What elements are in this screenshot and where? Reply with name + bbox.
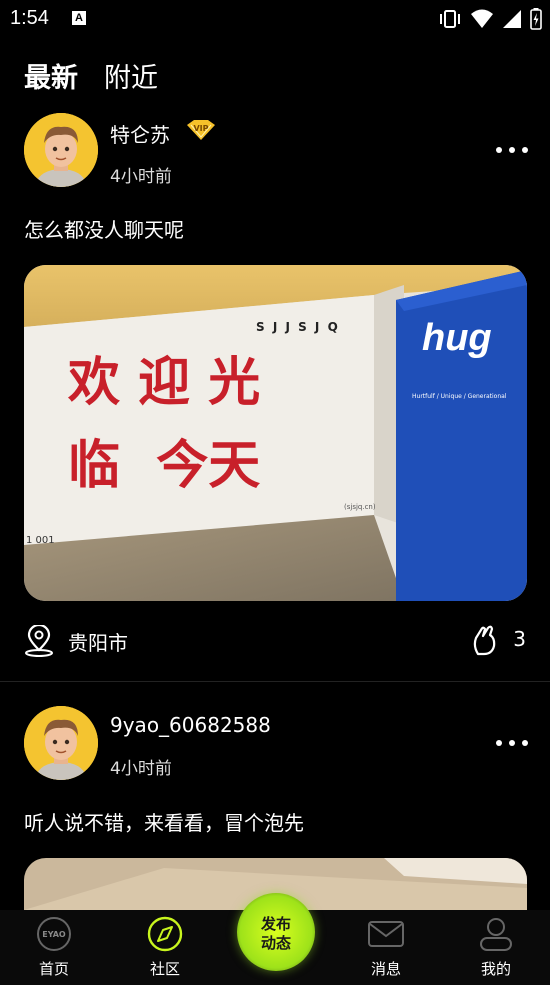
more-options-icon[interactable] (496, 147, 528, 155)
wall-slogan-line1: 欢 迎 光 (68, 352, 261, 413)
nav-messages[interactable]: 消息 (346, 916, 426, 979)
status-bar: 1:54 A (0, 0, 550, 40)
mail-icon (368, 921, 404, 947)
nav-community[interactable]: 社区 (125, 916, 205, 979)
status-icons (438, 8, 542, 30)
like-count: 3 (513, 627, 526, 651)
nav-community-label: 社区 (149, 960, 180, 978)
wifi-icon (471, 9, 493, 28)
vibrate-icon (440, 10, 460, 28)
status-time: 1:54 (10, 7, 49, 29)
publish-label-line2: 动态 (260, 934, 291, 952)
post-username[interactable]: 9yao_60682588 (110, 713, 271, 737)
location-row: 贵阳市 3 (24, 625, 526, 657)
compass-icon (147, 916, 183, 952)
location-pin-icon (25, 625, 53, 657)
sign-brand: hug (422, 317, 492, 359)
nav-messages-label: 消息 (370, 960, 401, 978)
post-text: 怎么都没人聊天呢 (24, 218, 184, 242)
post-username[interactable]: 特仑苏 (110, 119, 170, 148)
avatar-illustration (24, 113, 98, 187)
nav-profile[interactable]: 我的 (456, 916, 536, 979)
more-options-icon[interactable] (496, 740, 528, 748)
publish-label-line1: 发布 (260, 915, 291, 933)
nav-home[interactable]: EYAO 首页 (14, 916, 94, 979)
nav-home-label: 首页 (38, 960, 69, 978)
tab-nearby[interactable]: 附近 (104, 56, 158, 95)
vip-badge-icon: VIP (187, 120, 215, 140)
post-text: 听人说不错，来看看，冒个泡先 (24, 811, 304, 835)
publish-post-button[interactable]: 发布 动态 (237, 893, 315, 971)
home-logo-icon: EYAO (37, 917, 71, 951)
sign-tagline: Hurtfulf / Unique / Generational (412, 393, 507, 400)
post-time: 4小时前 (110, 167, 172, 187)
signal-icon (503, 10, 521, 28)
avatar[interactable] (24, 706, 98, 780)
post-image[interactable]: S J J S J Q 欢 迎 光 临 今天 (sjsjq.cn) 1 001 … (24, 265, 527, 601)
location-label: 贵阳市 (68, 631, 128, 655)
avatar[interactable] (24, 113, 98, 187)
battery-icon (530, 8, 542, 30)
wall-small-label: (sjsjq.cn) (344, 503, 376, 511)
avatar-illustration (24, 706, 98, 780)
notification-a-icon: A (72, 11, 86, 25)
vip-badge-text: VIP (193, 124, 208, 133)
post-time: 4小时前 (110, 759, 172, 779)
wall-top-letters: S J J S J Q (256, 320, 340, 334)
home-logo-text: EYAO (42, 930, 66, 939)
wall-slogan-line2: 临 今天 (68, 435, 261, 496)
finger-heart-like-icon[interactable] (472, 624, 498, 656)
feed-tabs: 最新 附近 (24, 56, 158, 95)
post-divider (0, 681, 550, 682)
floor-number: 1 001 (26, 535, 55, 546)
tab-latest[interactable]: 最新 (24, 56, 78, 95)
nav-profile-label: 我的 (480, 960, 511, 978)
user-icon (480, 918, 512, 951)
